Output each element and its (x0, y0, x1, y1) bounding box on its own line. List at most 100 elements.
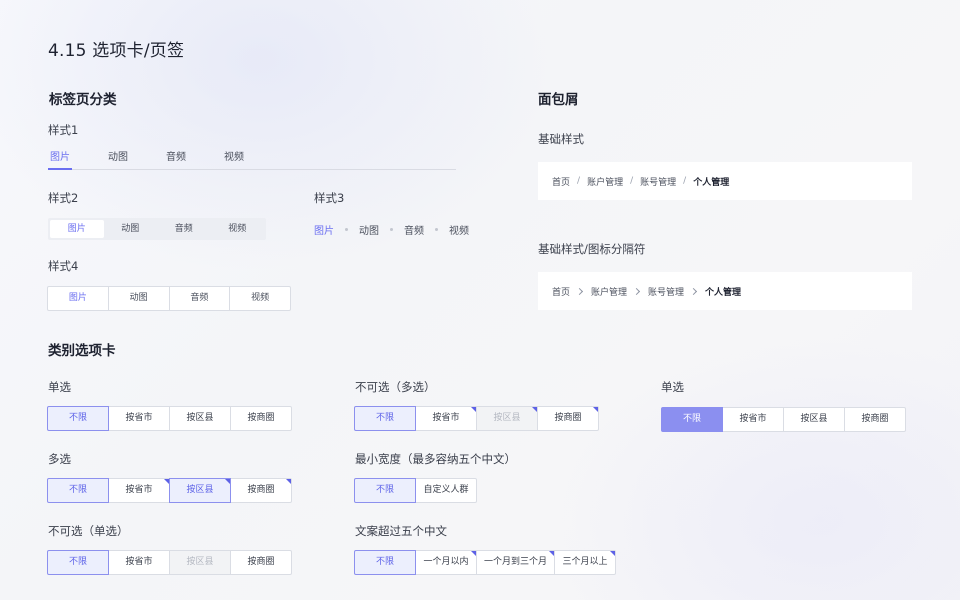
chip-by-province[interactable]: 按省市 (108, 550, 170, 575)
multi-label: 多选 (48, 452, 71, 466)
breadcrumb-basic: 首页 / 账户管理 / 账号管理 / 个人管理 (538, 162, 912, 200)
style2-label: 样式2 (48, 191, 79, 205)
disabled-multi-chip-group: 不限 按省市 按区县 按商圈 (354, 406, 599, 431)
breadcrumb-item[interactable]: 账号管理 (648, 285, 684, 298)
breadcrumb-item[interactable]: 首页 (552, 285, 570, 298)
chip-within-one-month[interactable]: 一个月以内 (415, 550, 477, 575)
chip-by-province[interactable]: 按省市 (722, 407, 784, 432)
corner-mark-icon (286, 479, 291, 484)
category-section-title: 类别选项卡 (48, 343, 116, 359)
tab-video[interactable]: 视频 (222, 148, 280, 169)
chip-label: 按省市 (432, 413, 460, 423)
breadcrumb-current: 个人管理 (693, 177, 730, 188)
dot-separator (435, 228, 438, 231)
min-width-label: 最小宽度（最多容纳五个中文） (355, 452, 516, 466)
style3-label: 样式3 (314, 191, 345, 205)
chip-label: 一个月以内 (423, 557, 469, 567)
chip-unlimited[interactable]: 不限 (47, 406, 109, 431)
overflow-chip-group: 不限 一个月以内 一个月到三个月 三个月以上 (354, 550, 616, 575)
chevron-right-icon (632, 287, 641, 295)
chip-unlimited[interactable]: 不限 (354, 406, 416, 431)
chip-label: 按区县 (186, 485, 214, 495)
tabs-style1: 图片 动图 音频 视频 (48, 148, 456, 170)
tab-video[interactable]: 视频 (230, 287, 290, 310)
chevron-right-icon (575, 287, 584, 295)
chip-unlimited[interactable]: 不限 (47, 478, 109, 503)
breadcrumb-separator: / (630, 176, 634, 186)
style1-label: 样式1 (48, 123, 79, 137)
chevron-right-icon (690, 287, 698, 295)
chip-label: 按省市 (125, 485, 153, 495)
chip-by-district-disabled: 按区县 (476, 406, 538, 431)
overflow-label: 文案超过五个中文 (355, 524, 447, 538)
chip-unlimited[interactable]: 不限 (47, 550, 109, 575)
chip-over-three-months[interactable]: 三个月以上 (554, 550, 616, 575)
chip-by-business-area[interactable]: 按商圈 (844, 407, 906, 432)
chip-by-district[interactable]: 按区县 (169, 406, 231, 431)
chip-unlimited[interactable]: 不限 (661, 407, 723, 432)
breadcrumb-item[interactable]: 账户管理 (591, 285, 627, 298)
corner-mark-icon (225, 479, 230, 484)
chip-by-district[interactable]: 按区县 (169, 478, 231, 503)
tabs-style3: 图片 动图 音频 视频 (314, 222, 469, 237)
tab-image[interactable]: 图片 (48, 287, 109, 310)
single-solid-label: 单选 (661, 380, 684, 394)
chip-by-business-area[interactable]: 按商圈 (230, 406, 292, 431)
breadcrumb-item[interactable]: 首页 (552, 175, 570, 188)
tab-video[interactable]: 视频 (449, 222, 469, 237)
breadcrumb-icon: 首页 账户管理 账号管理 个人管理 (538, 272, 912, 310)
tab-image[interactable]: 图片 (50, 220, 104, 238)
disabled-single-chip-group: 不限 按省市 按区县 按商圈 (47, 550, 292, 575)
breadcrumb-icon-label: 基础样式/图标分隔符 (538, 242, 646, 256)
tab-gif[interactable]: 动图 (109, 287, 170, 310)
tab-image[interactable]: 图片 (48, 148, 106, 170)
chip-by-district-disabled: 按区县 (169, 550, 231, 575)
tab-audio[interactable]: 音频 (164, 148, 222, 169)
dot-separator (390, 228, 393, 231)
disabled-single-label: 不可选（单选） (48, 524, 129, 538)
tab-audio[interactable]: 音频 (404, 222, 424, 237)
multi-chip-group: 不限 按省市 按区县 按商圈 (47, 478, 292, 503)
tab-gif[interactable]: 动图 (106, 148, 164, 169)
breadcrumb-item[interactable]: 账号管理 (640, 175, 676, 188)
chip-by-province[interactable]: 按省市 (415, 406, 477, 431)
tab-video[interactable]: 视频 (211, 220, 265, 238)
tabs-section-title: 标签页分类 (49, 92, 117, 108)
breadcrumb-section-title: 面包屑 (538, 92, 579, 108)
tab-gif[interactable]: 动图 (104, 220, 158, 238)
chip-by-province[interactable]: 按省市 (108, 406, 170, 431)
single-solid-chip-group: 不限 按省市 按区县 按商圈 (661, 407, 906, 432)
style4-label: 样式4 (48, 259, 79, 273)
min-width-chip-group: 不限 自定义人群 (354, 478, 477, 503)
breadcrumb-separator: / (577, 176, 581, 186)
chip-unlimited[interactable]: 不限 (354, 550, 416, 575)
tab-audio[interactable]: 音频 (170, 287, 231, 310)
chip-label: 一个月到三个月 (483, 557, 547, 567)
chip-by-business-area[interactable]: 按商圈 (230, 478, 292, 503)
tab-gif[interactable]: 动图 (359, 222, 379, 237)
breadcrumb-item[interactable]: 账户管理 (587, 175, 623, 188)
chip-by-business-area[interactable]: 按商圈 (537, 406, 599, 431)
tab-audio[interactable]: 音频 (157, 220, 211, 238)
disabled-multi-label: 不可选（多选） (355, 380, 436, 394)
chip-custom-audience[interactable]: 自定义人群 (415, 478, 477, 503)
chip-label: 按区县 (493, 413, 521, 423)
dot-separator (345, 228, 348, 231)
corner-mark-icon (610, 551, 615, 556)
chip-by-business-area[interactable]: 按商圈 (230, 550, 292, 575)
corner-mark-icon (593, 407, 598, 412)
tab-image[interactable]: 图片 (314, 222, 334, 237)
chip-one-to-three-months[interactable]: 一个月到三个月 (476, 550, 555, 575)
chip-unlimited[interactable]: 不限 (354, 478, 416, 503)
page-title: 4.15 选项卡/页签 (48, 41, 185, 61)
chip-label: 三个月以上 (562, 557, 608, 567)
chip-by-district[interactable]: 按区县 (783, 407, 845, 432)
tabs-style4: 图片 动图 音频 视频 (47, 286, 291, 311)
chip-label: 按商圈 (247, 485, 275, 495)
chip-label: 按商圈 (554, 413, 582, 423)
breadcrumb-separator: / (683, 176, 687, 186)
tabs-style2: 图片 动图 音频 视频 (48, 218, 266, 240)
breadcrumb-current: 个人管理 (705, 287, 742, 298)
single-chip-group: 不限 按省市 按区县 按商圈 (47, 406, 292, 431)
chip-by-province[interactable]: 按省市 (108, 478, 170, 503)
